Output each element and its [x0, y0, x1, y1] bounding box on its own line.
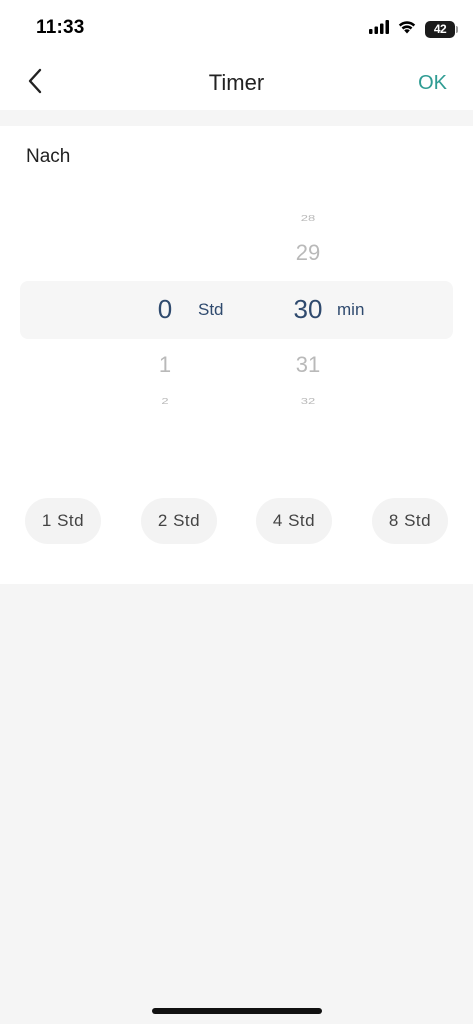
timer-screen: 11:33 42 Timer OK Nach 0 1 2 Std 28 29 3… — [0, 0, 473, 1024]
ok-button[interactable]: OK — [418, 72, 447, 95]
nav-bar: Timer OK — [0, 58, 473, 110]
minutes-option-below-far: 32 — [300, 397, 316, 406]
cellular-signal-icon — [369, 19, 389, 39]
section-label: Nach — [26, 146, 71, 167]
minutes-option-above: 29 — [295, 240, 321, 265]
hours-option-below-far: 2 — [161, 397, 169, 406]
wifi-icon — [397, 19, 417, 39]
quick-duration-options: 1 Std 2 Std 4 Std 8 Std — [25, 498, 448, 544]
hours-option-below: 1 — [158, 352, 172, 377]
timer-card: Nach 0 1 2 Std 28 29 30 31 32 min 1 Std — [0, 126, 473, 584]
page-title: Timer — [208, 70, 265, 95]
time-picker: 0 1 2 Std 28 29 30 31 32 min — [0, 196, 473, 426]
minutes-wheel[interactable]: 28 29 30 31 32 — [270, 196, 346, 426]
home-indicator — [152, 1008, 322, 1014]
status-bar: 11:33 42 — [0, 0, 473, 58]
quick-option-2-std[interactable]: 2 Std — [141, 498, 217, 544]
minutes-option-above-far: 28 — [300, 214, 316, 223]
hours-selected-value: 0 — [157, 294, 173, 324]
battery-icon: 42 — [425, 20, 458, 38]
quick-option-1-std[interactable]: 1 Std — [25, 498, 101, 544]
minutes-selected-value: 30 — [293, 294, 323, 324]
quick-option-4-std[interactable]: 4 Std — [256, 498, 332, 544]
quick-option-8-std[interactable]: 8 Std — [372, 498, 448, 544]
hours-unit-label: Std — [198, 300, 224, 319]
status-icons: 42 — [369, 19, 458, 39]
status-time: 11:33 — [36, 17, 85, 38]
minutes-unit-label: min — [337, 300, 365, 319]
picker-selection-highlight — [20, 281, 453, 339]
hours-wheel[interactable]: 0 1 2 — [130, 196, 200, 426]
minutes-option-below: 31 — [295, 352, 321, 377]
